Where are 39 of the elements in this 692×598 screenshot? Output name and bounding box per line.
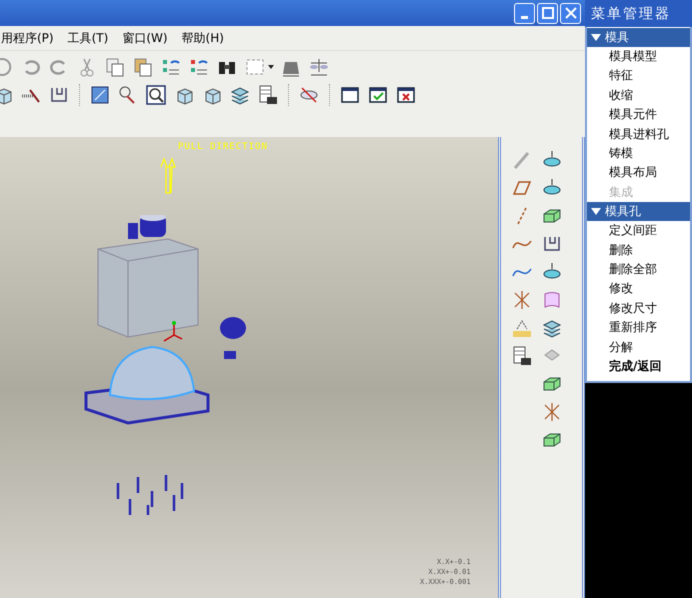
menu-manager-item[interactable]: 模具元件 <box>587 105 657 125</box>
menu-item[interactable]: 工具(T) <box>68 30 108 46</box>
balance-icon[interactable] <box>308 56 330 78</box>
minimize-button[interactable] <box>514 2 535 24</box>
menu-manager-item[interactable]: 修改 <box>587 279 633 299</box>
menu-manager-item[interactable]: 特征 <box>587 66 633 86</box>
table-camera-icon[interactable] <box>511 345 533 367</box>
menu-manager-item[interactable]: 删除全部 <box>587 260 657 280</box>
close-button[interactable] <box>560 2 581 24</box>
minimize-icon <box>521 16 528 18</box>
menu-manager-item[interactable]: 删除 <box>587 240 633 260</box>
menu-manager-item[interactable]: 收缩 <box>587 86 633 106</box>
menu-manager-title: 菜单管理器 <box>585 0 692 27</box>
menu-section-header[interactable]: 模具 <box>587 28 690 47</box>
sketch-icon[interactable] <box>89 84 111 106</box>
menu-section-header[interactable]: 模具孔 <box>587 202 690 222</box>
maximize-button[interactable] <box>537 2 558 24</box>
menu-manager-item[interactable]: 模具布局 <box>587 163 657 183</box>
menu-manager-item[interactable]: 分解 <box>587 338 633 358</box>
menu-item[interactable]: 帮助(H) <box>182 30 224 46</box>
menu-item[interactable]: 用程序(P) <box>1 30 54 46</box>
pull-direction-label: PULL DIRECTION <box>178 142 268 152</box>
menu-manager-item[interactable]: 模具模型 <box>587 47 657 66</box>
table-camera-icon[interactable] <box>257 84 279 106</box>
zoom-icon[interactable] <box>145 84 167 106</box>
menu-manager-item[interactable]: 完成/返回 <box>587 357 662 376</box>
menu-manager-item[interactable]: 重新排序 <box>587 318 657 338</box>
menu-item[interactable]: 窗口(W) <box>122 30 168 46</box>
dropdown-arrow-icon[interactable] <box>268 65 274 69</box>
menu-manager-item[interactable]: 铸模 <box>587 144 633 164</box>
menu-manager-item[interactable]: 定义间距 <box>587 221 657 241</box>
maximize-icon <box>542 7 554 19</box>
menu-manager-item[interactable]: 模具进料孔 <box>587 124 669 144</box>
copy-icon[interactable] <box>104 56 126 78</box>
menu-manager-item[interactable]: 修改尺寸 <box>587 298 657 318</box>
triangle-icon <box>591 208 601 216</box>
close-icon <box>564 7 576 19</box>
triangle-icon <box>591 34 601 42</box>
paste-icon[interactable] <box>132 56 154 78</box>
